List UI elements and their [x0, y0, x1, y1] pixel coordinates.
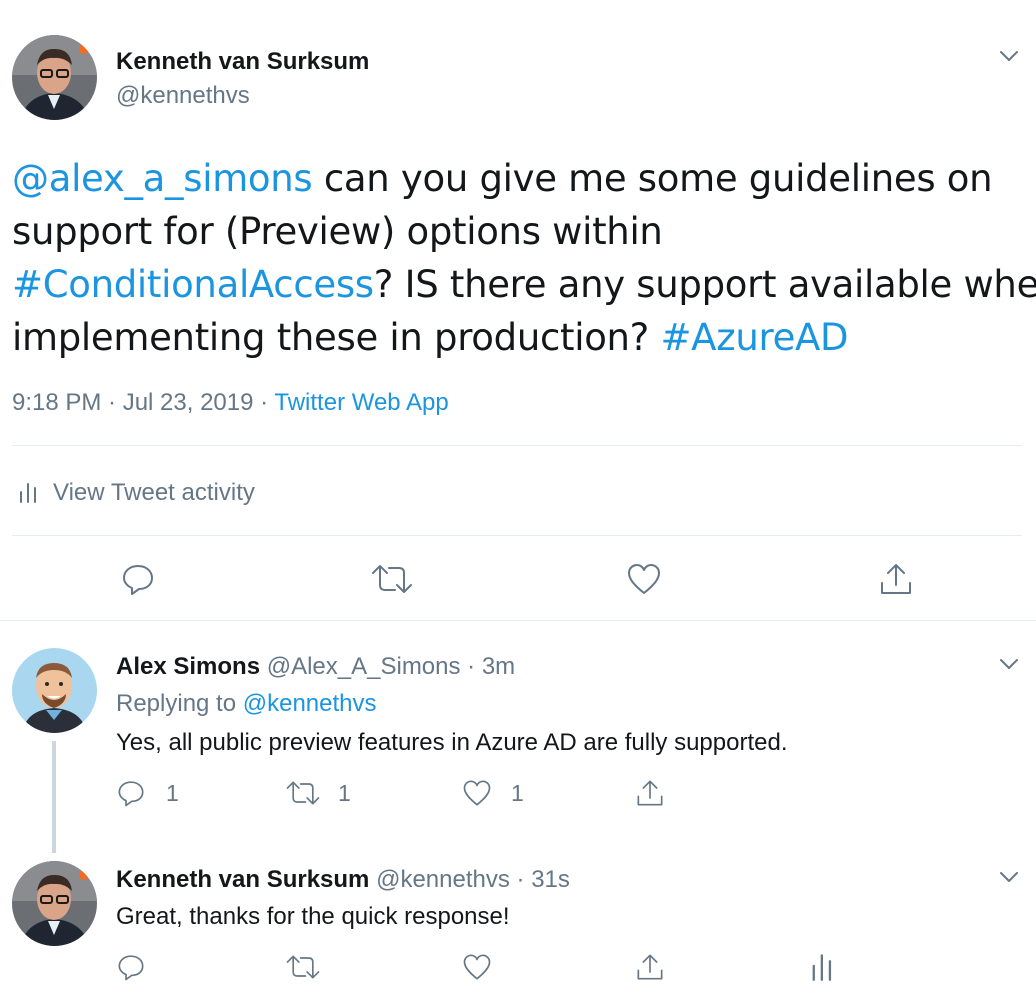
- divider: [12, 535, 1022, 536]
- divider: [0, 620, 1036, 621]
- reply-count: 1: [166, 780, 179, 806]
- reply-text: Yes, all public preview features in Azur…: [116, 729, 788, 756]
- retweet-count: 1: [338, 780, 351, 806]
- share-icon[interactable]: [878, 561, 914, 597]
- tweet-text: @alex_a_simons can you give me some guid…: [12, 157, 1036, 359]
- retweet-icon[interactable]: [285, 778, 321, 808]
- reply-text: Great, thanks for the quick response!: [116, 903, 510, 930]
- chevron-down-icon[interactable]: [998, 48, 1020, 64]
- reply-icon[interactable]: [116, 952, 146, 982]
- retweet-icon[interactable]: [370, 561, 414, 597]
- reply-timestamp[interactable]: · 31s: [517, 866, 570, 893]
- author-name[interactable]: Kenneth van Surksum: [116, 48, 369, 76]
- like-icon[interactable]: [626, 561, 662, 597]
- chevron-down-icon[interactable]: [998, 656, 1020, 672]
- reply-header: Alex Simons @Alex_A_Simons · 3m: [116, 653, 515, 681]
- hashtag-link[interactable]: #AzureAD: [660, 316, 848, 359]
- divider: [12, 445, 1022, 446]
- thread-line: [52, 741, 56, 853]
- reply-icon[interactable]: [116, 778, 146, 808]
- share-icon[interactable]: [635, 778, 665, 808]
- hashtag-link[interactable]: #ConditionalAccess: [12, 263, 374, 306]
- replying-to-link[interactable]: @kennethvs: [243, 690, 377, 717]
- reply-author-name[interactable]: Kenneth van Surksum: [116, 866, 369, 893]
- avatar-kenneth[interactable]: [12, 35, 97, 120]
- retweet-icon[interactable]: [285, 952, 321, 982]
- analytics-icon[interactable]: [808, 952, 838, 982]
- reply-author-name[interactable]: Alex Simons: [116, 653, 260, 680]
- reply-author-handle[interactable]: @kennethvs: [376, 866, 510, 893]
- mention-link[interactable]: @alex_a_simons: [12, 157, 313, 200]
- share-icon[interactable]: [635, 952, 665, 982]
- tweet-timestamp[interactable]: 9:18 PM · Jul 23, 2019: [12, 389, 253, 416]
- like-icon[interactable]: [462, 952, 492, 982]
- chevron-down-icon[interactable]: [998, 869, 1020, 885]
- reply-header: Kenneth van Surksum @kennethvs · 31s: [116, 866, 570, 894]
- avatar-kenneth[interactable]: [12, 861, 97, 946]
- tweet-meta: 9:18 PM · Jul 23, 2019 · Twitter Web App: [12, 389, 449, 416]
- like-icon[interactable]: [462, 778, 492, 808]
- analytics-icon: [20, 483, 36, 503]
- reply-author-handle[interactable]: @Alex_A_Simons: [267, 653, 461, 680]
- view-tweet-activity-label: View Tweet activity: [53, 479, 255, 506]
- reply-timestamp[interactable]: · 3m: [467, 653, 515, 680]
- reply-icon[interactable]: [120, 561, 156, 597]
- replying-to: Replying to @kennethvs: [116, 690, 377, 717]
- avatar-alex[interactable]: [12, 648, 97, 733]
- tweet-source-link[interactable]: Twitter Web App: [274, 389, 448, 416]
- like-count: 1: [511, 780, 524, 806]
- author-handle[interactable]: @kennethvs: [116, 82, 250, 110]
